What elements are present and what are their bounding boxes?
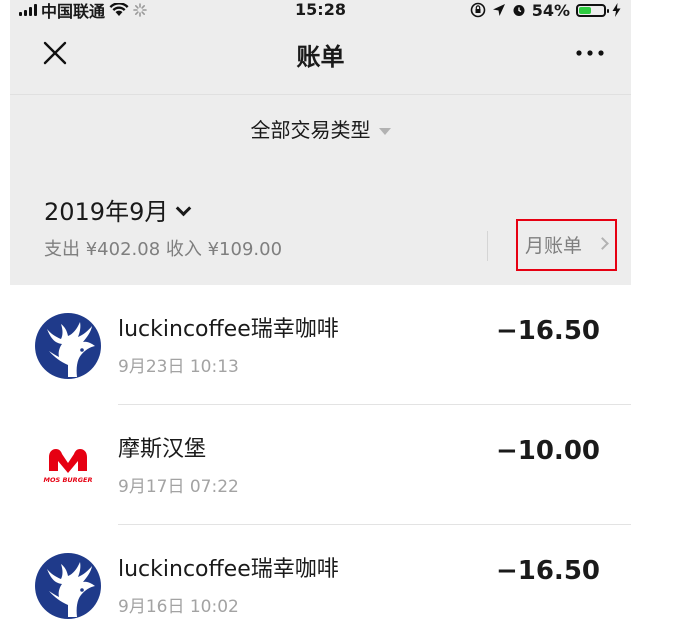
filter-label: 全部交易类型 [250,118,371,142]
mos-burger-logo: MOS BURGER [35,433,101,499]
charging-bolt-icon [612,3,621,17]
transaction-row[interactable]: MOS BURGER 摩斯汉堡 9月17日 07:22 −10.00 [10,405,631,525]
transaction-row[interactable]: luckincoffee瑞幸咖啡 9月16日 10:02 −16.50 [10,525,631,631]
chevron-down-icon [176,200,192,217]
divider [487,231,488,261]
battery-percent: 54% [531,0,570,20]
transaction-time: 9月17日 07:22 [118,477,239,497]
luckin-deer-logo [35,553,101,619]
transaction-row[interactable]: luckincoffee瑞幸咖啡 9月23日 10:13 −16.50 [10,285,631,405]
merchant-name: luckincoffee瑞幸咖啡 [118,317,339,342]
location-arrow-icon [492,4,505,16]
transaction-time: 9月23日 10:13 [118,357,239,377]
monthly-bill-link[interactable]: 月账单 [516,219,617,271]
transaction-amount: −16.50 [495,316,600,346]
month-summary: 支出 ¥402.08 收入 ¥109.00 [44,239,283,260]
month-title: 2019年9月 [44,198,169,226]
merchant-name: luckincoffee瑞幸咖啡 [118,557,339,582]
month-selector[interactable]: 2019年9月 [44,195,192,229]
nav-bar: 账单 [10,20,631,114]
rotation-lock-icon [470,2,486,18]
page-title: 账单 [296,43,345,71]
phone-screen: 中国联通 15:28 54% 账单 全部交易类型 2019年9月 支出 ¥402… [10,0,631,631]
more-button[interactable] [575,38,605,75]
caret-down-icon [378,128,391,135]
transaction-time: 9月16日 10:02 [118,597,239,617]
monthly-bill-label: 月账单 [525,235,583,257]
merchant-name: 摩斯汉堡 [118,437,207,462]
transaction-list: luckincoffee瑞幸咖啡 9月23日 10:13 −16.50 MOS … [10,285,631,631]
month-header: 2019年9月 支出 ¥402.08 收入 ¥109.00 月账单 [10,167,631,285]
luckin-deer-logo [35,313,101,379]
more-dots-icon [576,50,604,56]
transaction-amount: −16.50 [495,556,600,586]
transaction-type-filter[interactable]: 全部交易类型 [10,94,631,167]
alarm-icon [513,5,525,16]
status-bar: 中国联通 15:28 54% [10,0,631,21]
status-right: 54% [470,0,621,20]
chevron-right-icon [596,237,609,250]
svg-text:MOS BURGER: MOS BURGER [44,476,93,484]
transaction-amount: −10.00 [495,436,600,466]
battery-level [579,6,592,14]
filter-label-wrap: 全部交易类型 [10,115,631,145]
battery-icon [576,3,609,17]
